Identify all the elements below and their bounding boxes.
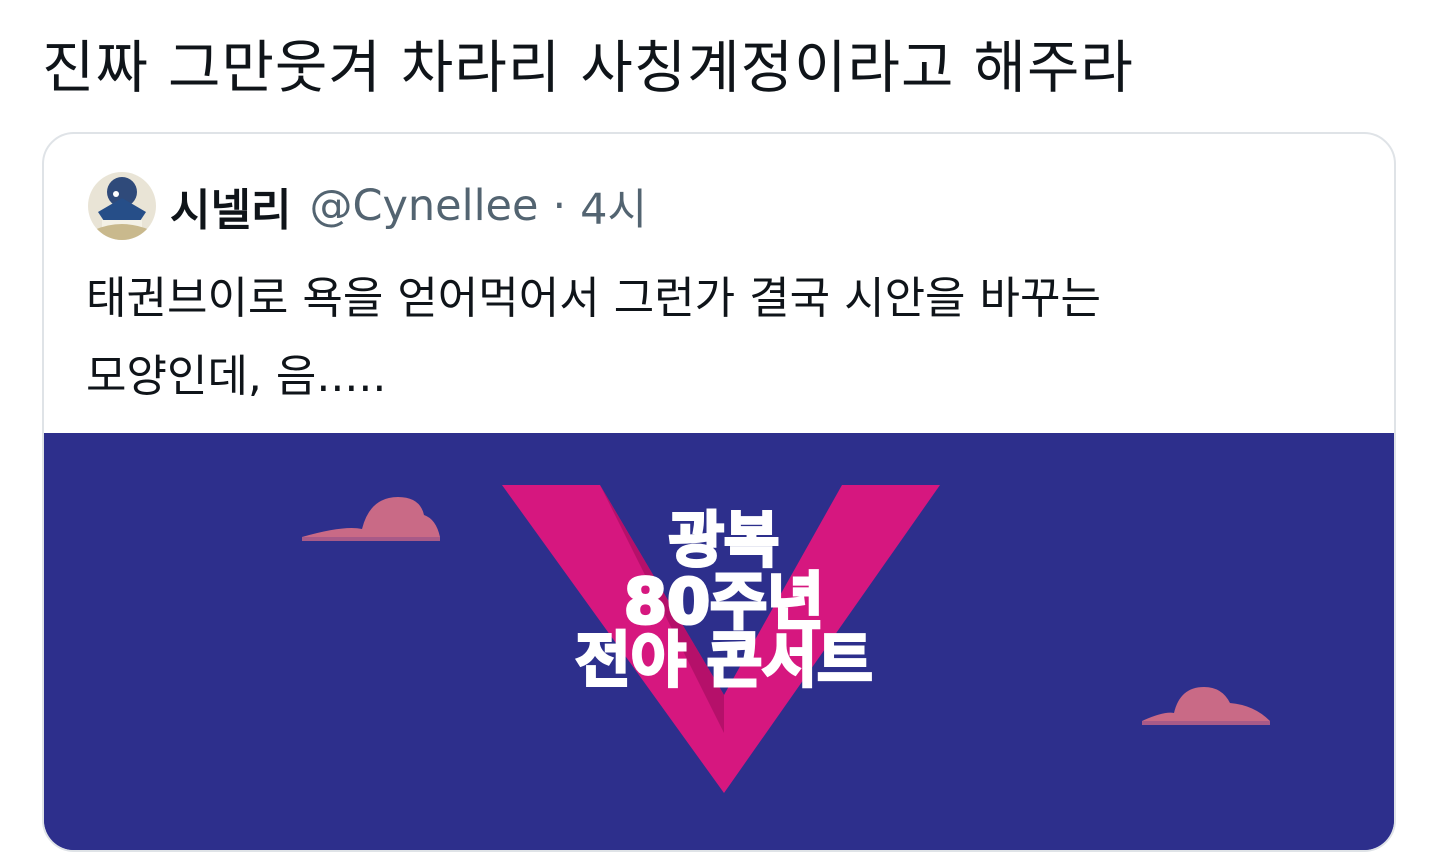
quoted-tweet-text-line: 모양인데, 음..... (86, 351, 387, 402)
author-handle[interactable]: @Cynellee (309, 181, 538, 231)
tweet-text: 진짜 그만웃겨 차라리 사칭계정이라고 해주라 (42, 35, 1134, 101)
quoted-tweet-header: 시넬리 @Cynellee · 4시 (88, 170, 647, 242)
avatar[interactable] (88, 172, 156, 240)
quoted-tweet-text-line: 태권브이로 욕을 얻어먹어서 그런가 결국 시안을 바꾸는 (86, 273, 1101, 324)
concert-poster-image: 광복 80주년 전야 콘서트 (44, 433, 1394, 850)
author-display-name[interactable]: 시넬리 (170, 174, 291, 238)
quoted-tweet-media[interactable]: 광복 80주년 전야 콘서트 (44, 433, 1394, 850)
quoted-tweet-text: 태권브이로 욕을 얻어먹어서 그런가 결국 시안을 바꾸는 모양인데, 음...… (86, 260, 1346, 416)
quoted-tweet-card[interactable]: 시넬리 @Cynellee · 4시 태권브이로 욕을 얻어먹어서 그런가 결국… (42, 132, 1396, 852)
avatar-image (88, 172, 156, 240)
meta-separator: · (552, 181, 567, 231)
tweet-timestamp[interactable]: 4시 (580, 175, 647, 237)
poster-title-line3: 전야 콘서트 (576, 626, 873, 696)
